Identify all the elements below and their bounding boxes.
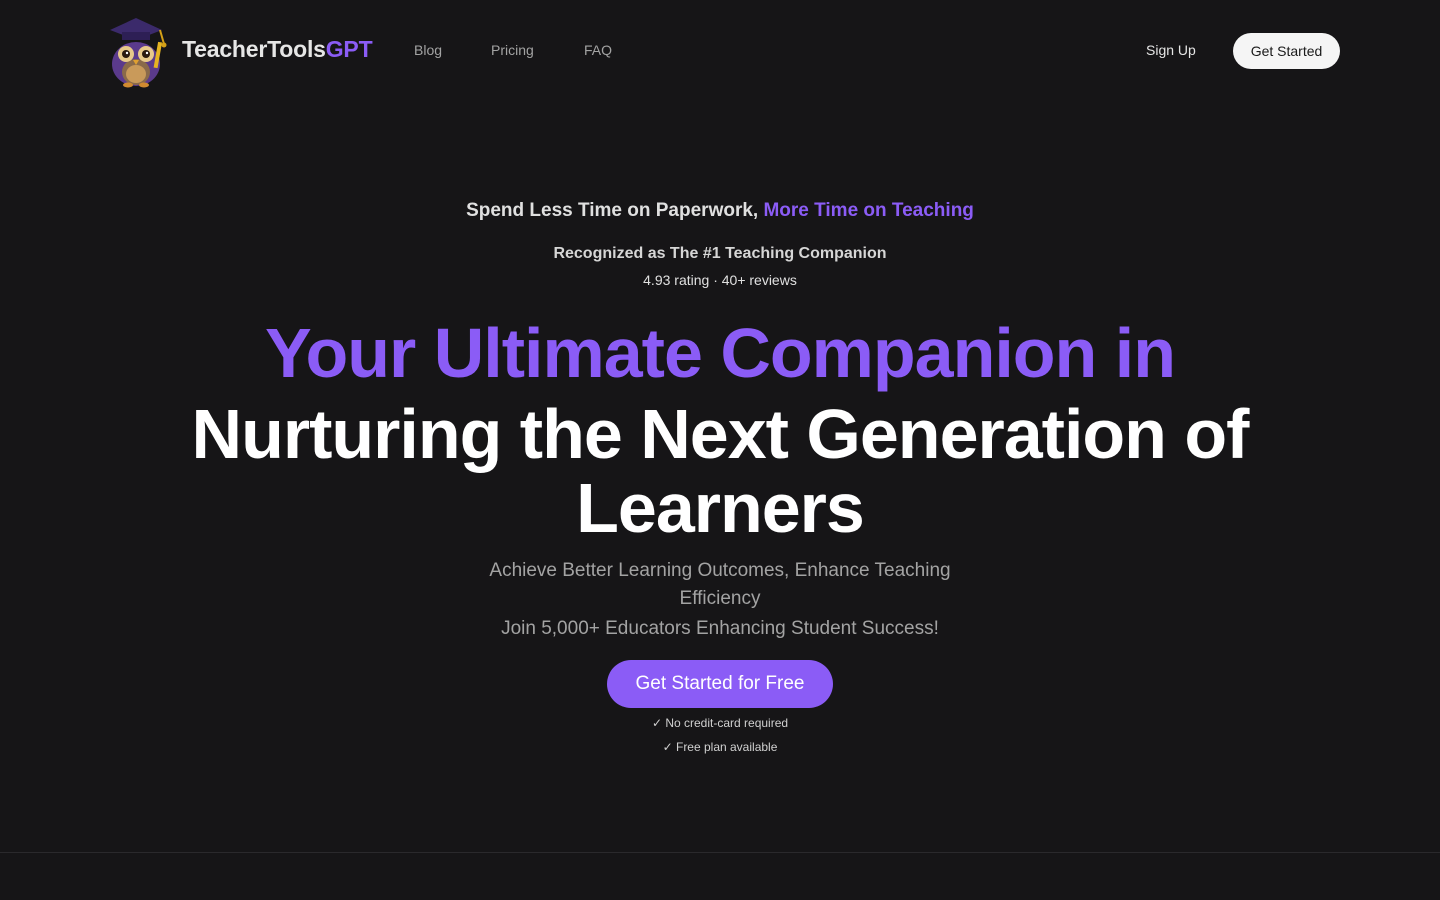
tagline-accent: More Time on Teaching [763,200,974,221]
free-plan-note: ✓ Free plan available [662,740,778,754]
owl-graduate-mascot-icon [110,18,167,88]
hero-subtitle: Achieve Better Learning Outcomes, Enhanc… [489,560,951,609]
logo-link[interactable] [100,14,170,88]
headline-line-2: Nurturing the Next Generation of [191,395,1250,473]
get-started-button[interactable]: Get Started [1233,33,1340,69]
brand-name-main: TeacherTools [182,36,326,62]
recognition-text: Recognized as The #1 Teaching Companion [553,245,887,262]
brand-name[interactable]: TeacherToolsGPT [182,36,373,63]
hero-tagline: Spend Less Time on Paperwork, More Time … [0,200,1440,222]
no-credit-card-note: ✓ No credit-card required [651,716,789,730]
get-started-free-button[interactable]: Get Started for Free [607,660,833,708]
nav-link-faq[interactable]: FAQ [584,42,612,58]
nav-link-blog[interactable]: Blog [414,42,442,58]
brand-name-accent: GPT [325,36,373,62]
section-divider [0,852,1440,853]
nav-link-pricing[interactable]: Pricing [491,42,534,58]
rating-text: 4.93 rating · 40+ reviews [643,272,797,288]
join-educators-text: Join 5,000+ Educators Enhancing Student … [501,618,939,639]
tagline-main: Spend Less Time on Paperwork, [466,200,764,221]
headline-accent-line: Your Ultimate Companion in [265,314,1176,392]
sign-up-link[interactable]: Sign Up [1146,42,1196,58]
top-navigation: TeacherToolsGPT Blog Pricing FAQ Sign Up… [0,0,1440,100]
headline-line-3: Learners [576,469,865,547]
